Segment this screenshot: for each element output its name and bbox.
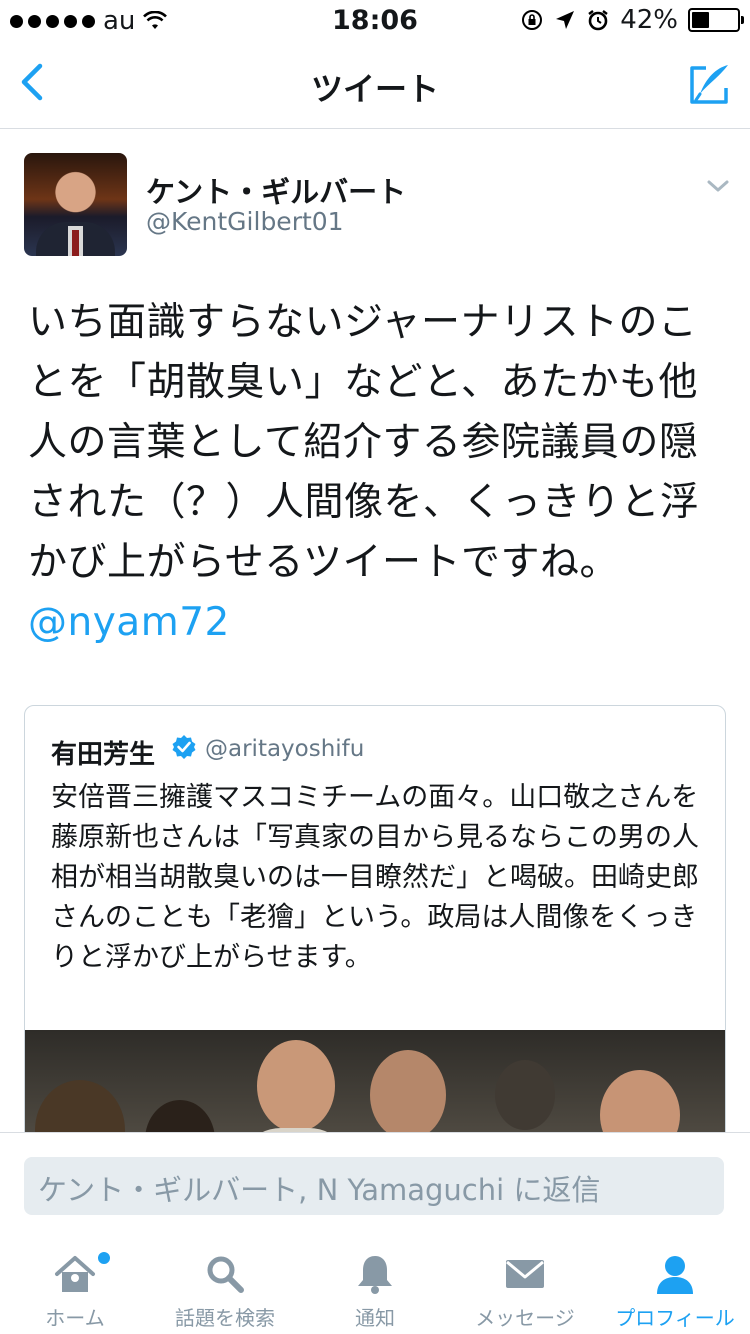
rotation-lock-icon — [522, 10, 543, 30]
bell-icon — [358, 1256, 392, 1294]
home-icon — [55, 1256, 95, 1292]
reply-input[interactable]: ケント・ギルバート, N Yamaguchi に返信 — [24, 1157, 724, 1215]
tab-search[interactable]: 話題を検索 — [150, 1242, 300, 1334]
alarm-icon — [588, 10, 608, 31]
verified-badge-icon — [172, 735, 196, 759]
battery-percent: 42% — [620, 5, 678, 35]
person-icon — [657, 1256, 693, 1294]
search-icon — [207, 1256, 244, 1293]
battery-icon — [688, 8, 744, 32]
tab-profile[interactable]: プロフィール — [600, 1242, 750, 1334]
tab-label-search: 話題を検索 — [175, 1306, 275, 1330]
reply-placeholder: ケント・ギルバート, N Yamaguchi に返信 — [38, 1173, 601, 1207]
compose-tweet-icon[interactable] — [686, 62, 732, 108]
quoted-author-handle: @aritayoshifu — [205, 736, 365, 762]
author-name[interactable]: ケント・ギルバート — [146, 169, 406, 211]
tab-label-notifications: 通知 — [355, 1306, 395, 1330]
chevron-down-icon[interactable] — [706, 177, 730, 195]
location-arrow-icon — [556, 11, 575, 29]
tab-label-home: ホーム — [45, 1306, 105, 1330]
reply-bar: ケント・ギルバート, N Yamaguchi に返信 — [0, 1132, 750, 1243]
page-title: ツイート — [310, 70, 439, 108]
tab-messages[interactable]: メッセージ — [450, 1242, 600, 1334]
tweet-text: いち面識すらないジャーナリストのことを「胡散臭い」などと、あたかも他人の言葉とし… — [28, 293, 728, 653]
status-bar: au 18:06 42% — [0, 0, 750, 40]
avatar[interactable] — [24, 153, 127, 256]
tab-home[interactable]: ホーム — [0, 1242, 150, 1334]
tweet-body: いち面識すらないジャーナリストのことを「胡散臭い」などと、あたかも他人の言葉とし… — [28, 300, 700, 585]
quoted-author-name: 有田芳生 — [51, 740, 156, 770]
status-right: 42% — [520, 5, 744, 35]
notification-dot — [96, 1250, 112, 1266]
tab-label-messages: メッセージ — [475, 1306, 575, 1330]
author-handle[interactable]: @KentGilbert01 — [146, 207, 344, 236]
tab-bar: ホーム 話題を検索 通知 メッセージ プロフィール — [0, 1242, 750, 1334]
envelope-icon — [506, 1260, 544, 1288]
nav-bar: ツイート — [0, 40, 750, 129]
tab-notifications[interactable]: 通知 — [300, 1242, 450, 1334]
mention-link[interactable]: @nyam72 — [28, 600, 230, 645]
tab-label-profile: プロフィール — [615, 1306, 735, 1330]
quoted-tweet-text: 安倍晋三擁護マスコミチームの面々。山口敬之さんを藤原新也さんは「写真家の目から見… — [51, 782, 699, 973]
